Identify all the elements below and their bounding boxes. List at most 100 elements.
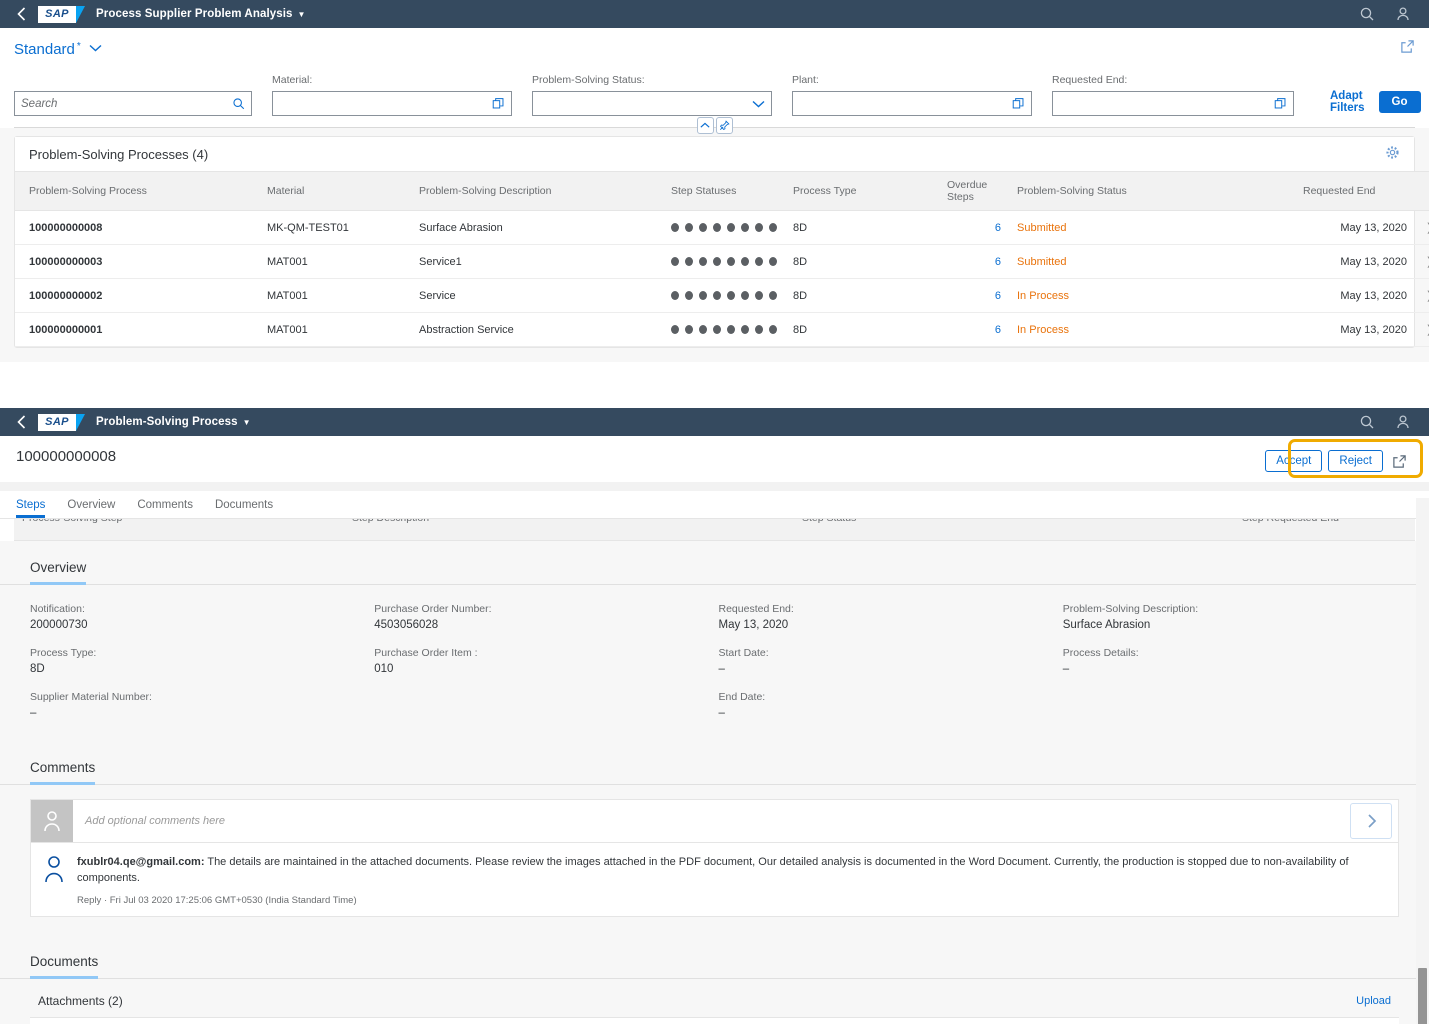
cell-material: MAT001 [259, 278, 411, 313]
share-icon[interactable] [1400, 39, 1415, 59]
field-purchase-order-number: Purchase Order Number: 4503056028 [374, 603, 710, 631]
comment-avatar-icon [43, 855, 65, 906]
adapt-filters-button[interactable]: Adapt Filters [1330, 90, 1365, 114]
comments-title: Comments [30, 760, 96, 785]
filter-search-group: Search [14, 74, 252, 116]
col-process-type[interactable]: Process Type [785, 171, 939, 211]
col-overdue-steps[interactable]: Overdue Steps [939, 171, 1009, 211]
cell-overdue-steps[interactable]: 6 [939, 210, 1009, 245]
field-purchase-order-number-value: 4503056028 [374, 619, 439, 631]
variant-bar: Standard * [0, 28, 1429, 70]
tab-overview[interactable]: Overview [67, 499, 115, 518]
pin-icon[interactable] [715, 117, 733, 134]
filter-requested-end-input[interactable] [1052, 91, 1294, 116]
chevron-up-icon[interactable] [696, 117, 714, 134]
cell-navigation[interactable]: ❯ [1415, 244, 1429, 279]
back-chevron-icon[interactable] [10, 412, 32, 432]
cell-overdue-steps[interactable]: 6 [939, 278, 1009, 313]
gear-icon[interactable] [1385, 145, 1400, 163]
field-supplier-material-number-label: Supplier Material Number: [30, 691, 152, 703]
tab-documents[interactable]: Documents [215, 499, 273, 518]
cell-navigation[interactable]: ❯ [1415, 278, 1429, 313]
cell-status: In Process [1009, 278, 1295, 313]
table-row[interactable]: 100000000003 MAT001 Service1 8D 6 Submitted Ma… [15, 244, 1429, 279]
search-icon[interactable] [1359, 414, 1375, 430]
col-navigation [1415, 171, 1429, 211]
col-status[interactable]: Problem-Solving Status [1009, 171, 1295, 211]
search-icon[interactable] [232, 97, 245, 110]
search-icon[interactable] [1359, 6, 1375, 22]
filter-material-input[interactable] [272, 91, 512, 116]
cell-process: 100000000003 [15, 244, 259, 279]
field-end-date-label: End Date: [718, 691, 766, 703]
field-problem-solving-description-label: Problem-Solving Description: [1062, 603, 1199, 615]
col-step-statuses[interactable]: Step Statuses [663, 171, 785, 211]
chevron-down-icon [89, 43, 102, 55]
table-row[interactable]: 100000000001 MAT001 Abstraction Service 8D 6… [15, 312, 1429, 347]
col-material[interactable]: Material [259, 171, 411, 211]
share-icon[interactable] [1389, 451, 1409, 471]
overview-column-3: Requested End: May 13, 2020 Start Date: … [719, 603, 1055, 719]
table-row[interactable]: 100000000008 MK-QM-TEST01 Surface Abrasion… [15, 210, 1429, 245]
cell-step-statuses [663, 244, 785, 279]
field-requested-end-value: May 13, 2020 [718, 619, 789, 631]
step-status-dot [755, 223, 763, 232]
value-help-icon[interactable] [492, 97, 505, 110]
object-page-header: 100000000008 Accept Reject [0, 436, 1429, 482]
cell-overdue-steps[interactable]: 6 [939, 312, 1009, 347]
tab-steps[interactable]: Steps [16, 499, 46, 518]
detail-scrollbar-thumb[interactable] [1418, 968, 1427, 1024]
list-app-title[interactable]: Process Supplier Problem Analysis ▼ [96, 8, 306, 20]
user-icon[interactable] [1395, 414, 1411, 430]
field-purchase-order-number-label: Purchase Order Number: [374, 603, 492, 615]
step-status-dot [769, 223, 777, 232]
comment-input[interactable]: Add optional comments here [73, 800, 1350, 842]
filter-bar-toggles [696, 117, 733, 134]
cell-navigation[interactable]: ❯ [1415, 312, 1429, 347]
filter-material-label: Material: [272, 74, 313, 86]
go-button[interactable]: Go [1378, 91, 1421, 113]
cell-process-type: 8D [785, 210, 939, 245]
comment-reply-link[interactable]: Reply [77, 895, 101, 906]
col-requested-end[interactable]: Requested End [1295, 171, 1415, 211]
overview-column-1: Notification: 200000730 Process Type: 8D… [30, 603, 366, 719]
col-description[interactable]: Problem-Solving Description [411, 171, 663, 211]
list-table-region: Problem-Solving Processes (4) Problem-So… [0, 128, 1429, 362]
filter-requested-end-label: Requested End: [1052, 74, 1128, 86]
search-input[interactable]: Search [14, 91, 252, 116]
send-chevron-icon[interactable] [1350, 803, 1392, 839]
table-row[interactable]: 100000000002 MAT001 Service 8D 6 In Process Ma… [15, 278, 1429, 313]
cell-status: In Process [1009, 312, 1295, 347]
cell-overdue-steps[interactable]: 6 [939, 244, 1009, 279]
detail-scrollbar[interactable] [1416, 498, 1429, 1024]
back-chevron-icon[interactable] [10, 4, 32, 24]
search-placeholder: Search [21, 97, 58, 110]
accept-button[interactable]: Accept [1265, 450, 1323, 472]
step-status-dot [671, 223, 679, 232]
chevron-down-icon[interactable] [752, 100, 765, 108]
value-help-icon[interactable] [1012, 97, 1025, 110]
attachments-area: Attachments (2) Upload Collaborative 8D … [0, 978, 1429, 1024]
detail-app-title[interactable]: Problem-Solving Process ▼ [96, 416, 251, 428]
step-status-dot [741, 223, 749, 232]
step-status-dot [699, 291, 707, 300]
attachment-row[interactable]: Collaborative 8D Process on SAP Cloud Pl… [30, 1016, 1399, 1024]
step-status-dot [699, 223, 707, 232]
tab-comments[interactable]: Comments [137, 499, 193, 518]
field-end-date: End Date: – [719, 691, 1055, 719]
reject-button[interactable]: Reject [1328, 450, 1383, 472]
cell-requested-end: May 13, 2020 [1295, 210, 1415, 245]
user-icon[interactable] [1395, 6, 1411, 22]
cell-navigation[interactable]: ❯ [1415, 210, 1429, 245]
col-process[interactable]: Problem-Solving Process [15, 171, 259, 211]
value-help-icon[interactable] [1274, 97, 1287, 110]
variant-selector[interactable]: Standard * [14, 41, 102, 58]
step-status-dot [685, 257, 693, 266]
filter-status-label: Problem-Solving Status: [532, 74, 645, 86]
filter-plant-input[interactable] [792, 91, 1032, 116]
sap-logo-text: SAP [38, 5, 76, 23]
filter-status-select[interactable] [532, 91, 772, 116]
problem-solving-processes-table: Problem-Solving Process Material Problem… [15, 171, 1429, 347]
upload-button[interactable]: Upload [1356, 995, 1391, 1007]
documents-title: Documents [30, 954, 99, 979]
